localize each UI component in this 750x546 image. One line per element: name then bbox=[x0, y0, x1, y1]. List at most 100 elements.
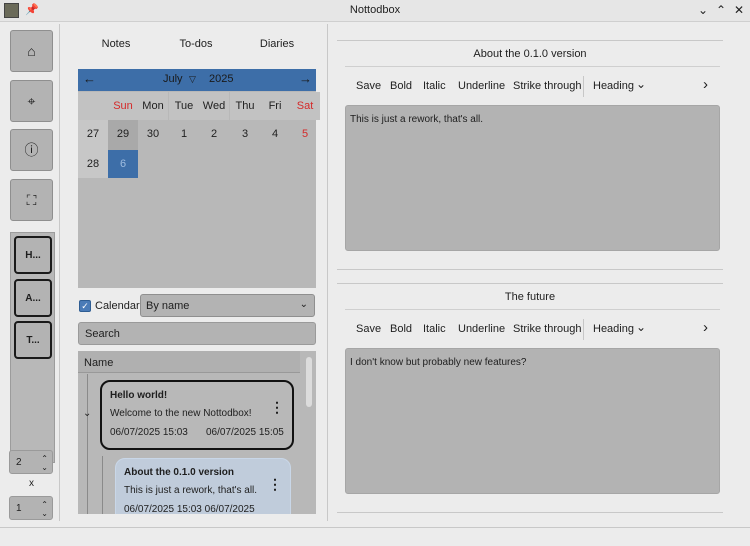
underline-button[interactable]: Underline bbox=[458, 323, 505, 335]
calendar-day[interactable]: 2 bbox=[199, 120, 229, 150]
chevron-up-icon[interactable]: ⌃ bbox=[41, 501, 48, 509]
info-button[interactable]: ⓘ bbox=[10, 129, 53, 171]
calendar-day-selected[interactable]: 6 bbox=[108, 150, 138, 178]
note-created: 06/07/2025 15:03 bbox=[110, 427, 188, 438]
strike-button[interactable]: Strike through bbox=[513, 323, 581, 335]
home-icon: ⌂ bbox=[27, 43, 36, 59]
home-button[interactable]: ⌂ bbox=[10, 30, 53, 72]
search-input[interactable]: Search bbox=[78, 322, 316, 345]
scrollbar-thumb[interactable] bbox=[306, 357, 312, 407]
close-icon[interactable]: ✕ bbox=[731, 2, 747, 18]
calendar-checkbox[interactable]: ✓ bbox=[79, 300, 91, 312]
chevron-down-icon[interactable]: ⌄ bbox=[636, 320, 646, 334]
weekday-label: Wed bbox=[199, 92, 229, 120]
chevron-down-icon[interactable]: ⌄ bbox=[83, 408, 91, 419]
weekday-label: Tue bbox=[169, 92, 199, 120]
editor-title: The future bbox=[504, 291, 556, 303]
calendar-day[interactable]: 29 bbox=[108, 120, 138, 150]
note-card-root[interactable]: Hello world! Welcome to the new Nottodbo… bbox=[100, 380, 294, 450]
calendar-day[interactable]: 30 bbox=[138, 120, 168, 150]
status-bar-divider bbox=[0, 527, 750, 528]
tab-todos[interactable]: To-dos bbox=[156, 38, 236, 50]
calendar-header: ← July ▽ 2025 → bbox=[78, 69, 316, 91]
italic-button[interactable]: Italic bbox=[423, 80, 446, 92]
chevron-up-icon[interactable]: ⌃ bbox=[41, 455, 48, 463]
note-title: About the 0.1.0 version bbox=[124, 467, 235, 478]
bold-button[interactable]: Bold bbox=[390, 323, 412, 335]
chevron-right-icon[interactable]: › bbox=[703, 76, 708, 93]
arrow-right-icon[interactable]: → bbox=[299, 71, 312, 86]
week-number: 28 bbox=[78, 150, 108, 178]
week-number-corner bbox=[78, 92, 108, 120]
arrow-left-icon[interactable]: ← bbox=[83, 71, 96, 86]
tree-branch-line bbox=[87, 374, 88, 514]
save-button[interactable]: Save bbox=[356, 323, 381, 335]
fullscreen-button[interactable]: ⛶ bbox=[10, 179, 53, 221]
weekday-label: Thu bbox=[230, 92, 260, 120]
notes-tree: Name ⌄ Hello world! Welcome to the new N… bbox=[78, 351, 316, 514]
chevron-down-icon[interactable]: ⌄ bbox=[636, 77, 646, 91]
note-card-child[interactable]: About the 0.1.0 version This is just a r… bbox=[115, 458, 291, 514]
weekday-label: Sat bbox=[290, 92, 320, 120]
chevron-down-icon[interactable]: ⌄ bbox=[41, 464, 48, 472]
calendar-year[interactable]: 2025 bbox=[209, 73, 233, 85]
tab-notes[interactable]: Notes bbox=[76, 38, 156, 50]
note-content: Welcome to the new Nottodbox! bbox=[110, 408, 252, 419]
format-toolbar: Save Bold Italic Underline Strike throug… bbox=[345, 74, 720, 100]
note-content: This is just a rework, that's all. bbox=[124, 485, 258, 496]
chevron-down-icon[interactable]: ⌄ bbox=[41, 510, 48, 518]
calendar-day[interactable]: 4 bbox=[260, 120, 290, 150]
strike-button[interactable]: Strike through bbox=[513, 80, 581, 92]
bold-button[interactable]: Bold bbox=[390, 80, 412, 92]
fullscreen-icon: ⛶ bbox=[26, 191, 37, 208]
scrollbar[interactable] bbox=[303, 353, 315, 511]
columns-value: 1 bbox=[16, 503, 22, 514]
chevron-right-icon[interactable]: › bbox=[703, 319, 708, 336]
underline-button[interactable]: Underline bbox=[458, 80, 505, 92]
open-page-item[interactable]: H... bbox=[14, 236, 52, 274]
title-bar: 📌 Nottodbox ⌄ ⌃ ✕ bbox=[0, 0, 750, 22]
open-page-item[interactable]: T... bbox=[14, 321, 52, 359]
sidebar: ⌂ ⌖ ⓘ ⛶ H... A... T... 2 ⌃ ⌄ x 1 ⌃ ⌄ bbox=[5, 24, 60, 521]
chevron-up-icon[interactable]: ⌃ bbox=[713, 2, 729, 18]
info-icon: ⓘ bbox=[24, 142, 39, 158]
open-pages-list: H... A... T... bbox=[10, 232, 55, 463]
rows-spinbox[interactable]: 2 ⌃ ⌄ bbox=[9, 450, 53, 474]
italic-button[interactable]: Italic bbox=[423, 323, 446, 335]
divider bbox=[345, 309, 720, 310]
window-title: Nottodbox bbox=[349, 4, 401, 16]
chevron-down-icon[interactable]: ▽ bbox=[189, 74, 196, 85]
calendar-day[interactable]: 5 bbox=[290, 120, 320, 150]
calendar-day[interactable]: 3 bbox=[230, 120, 260, 150]
editor-title: About the 0.1.0 version bbox=[473, 48, 587, 60]
heading-button[interactable]: Heading bbox=[593, 323, 634, 335]
sort-value: By name bbox=[146, 300, 190, 312]
heading-button[interactable]: Heading bbox=[593, 80, 634, 92]
editor-panel: About the 0.1.0 version Save Bold Italic… bbox=[337, 40, 723, 270]
weekday-label: Sun bbox=[108, 92, 138, 120]
save-button[interactable]: Save bbox=[356, 80, 381, 92]
more-options-icon[interactable]: ⋮ bbox=[268, 477, 282, 491]
calendar-day[interactable]: 1 bbox=[169, 120, 199, 150]
note-modified: 06/07/2025 15:05 bbox=[206, 427, 284, 438]
more-options-icon[interactable]: ⋮ bbox=[270, 400, 284, 414]
sort-select[interactable]: By name ⌄ bbox=[140, 294, 315, 317]
focus-button[interactable]: ⌖ bbox=[10, 80, 53, 122]
chevron-down-icon[interactable]: ⌄ bbox=[695, 2, 711, 18]
tab-diaries[interactable]: Diaries bbox=[237, 38, 317, 50]
times-label: x bbox=[29, 478, 34, 489]
note-dates: 06/07/2025 15:03 06/07/2025 15:05 bbox=[110, 427, 284, 438]
editor-text-area[interactable]: This is just a rework, that's all. bbox=[345, 105, 720, 251]
tree-branch-line bbox=[102, 456, 103, 514]
note-dates: 06/07/2025 15:03 06/07/2025 15:04 bbox=[124, 504, 255, 514]
note-title: Hello world! bbox=[110, 390, 168, 401]
columns-spinbox[interactable]: 1 ⌃ ⌄ bbox=[9, 496, 53, 520]
calendar-month[interactable]: July bbox=[163, 73, 183, 85]
weekday-label: Mon bbox=[138, 92, 168, 120]
editor-text-area[interactable]: I don't know but probably new features? bbox=[345, 348, 720, 494]
calendar-checkbox-label: Calendar bbox=[95, 300, 140, 312]
chevron-down-icon: ⌄ bbox=[299, 299, 308, 310]
open-page-item[interactable]: A... bbox=[14, 279, 52, 317]
format-toolbar: Save Bold Italic Underline Strike throug… bbox=[345, 317, 720, 343]
tree-column-header[interactable]: Name bbox=[78, 351, 300, 373]
